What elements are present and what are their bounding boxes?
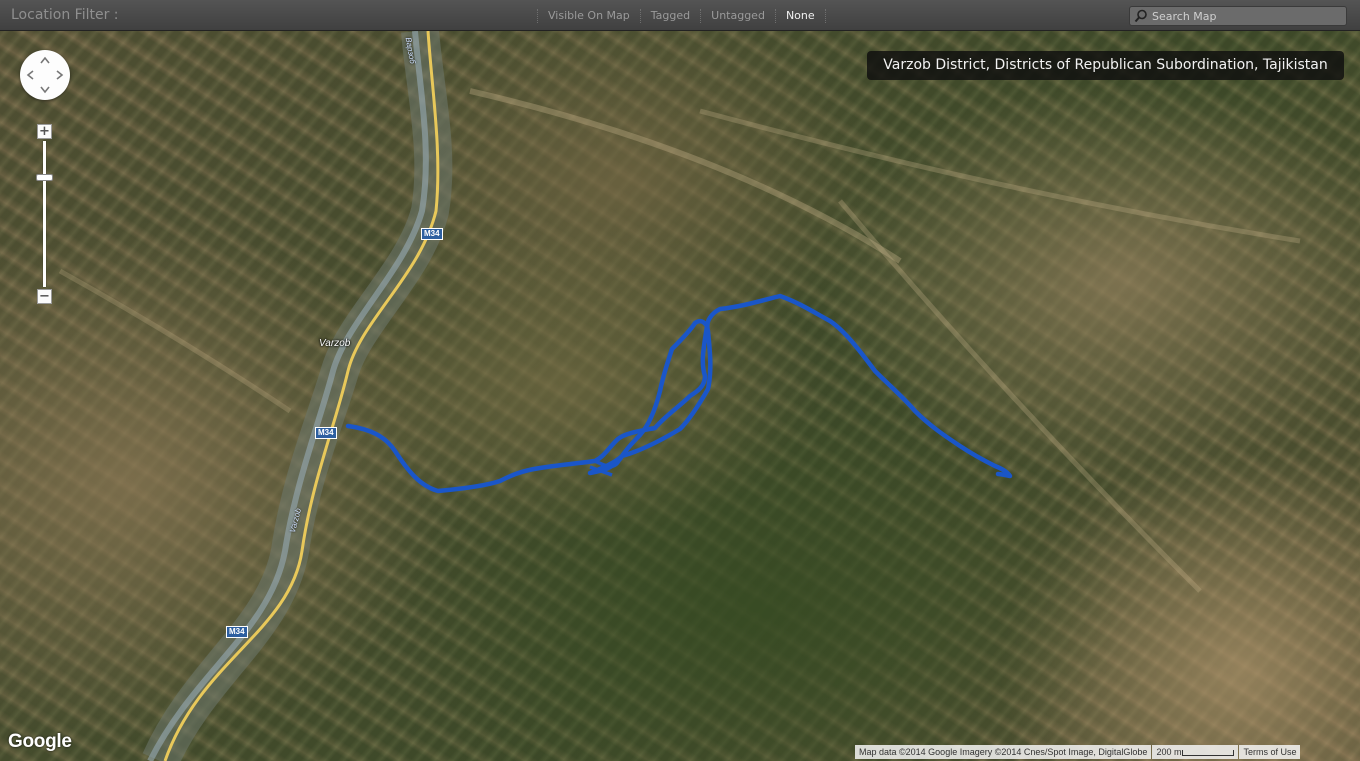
scale-indicator: 200 m: [1152, 745, 1239, 759]
arrow-right-icon[interactable]: [53, 69, 65, 81]
satellite-map[interactable]: M34 M34 M34 Varzob Варзоб Varzob Varzob …: [0, 31, 1360, 761]
river-valley: [142, 31, 453, 761]
map-attribution: Map data ©2014 Google Imagery ©2014 Cnes…: [854, 745, 1301, 759]
zoom-track[interactable]: [43, 141, 46, 287]
arrow-up-icon[interactable]: [39, 55, 51, 67]
filter-untagged[interactable]: Untagged: [700, 9, 775, 23]
zoom-slider[interactable]: + −: [35, 124, 55, 306]
arrow-left-icon[interactable]: [25, 69, 37, 81]
zoom-in-button[interactable]: +: [37, 124, 52, 139]
scale-label: 200 m: [1156, 747, 1182, 757]
filter-visible-on-map[interactable]: Visible On Map: [537, 9, 640, 23]
zoom-out-button[interactable]: −: [37, 289, 52, 304]
filter-label: Location Filter :: [11, 7, 119, 23]
pan-control[interactable]: [20, 50, 70, 100]
attribution-text: Map data ©2014 Google Imagery ©2014 Cnes…: [855, 745, 1152, 759]
filter-tagged[interactable]: Tagged: [639, 9, 700, 23]
location-filter-bar: Location Filter : Visible On Map Tagged …: [0, 0, 1360, 31]
filter-none[interactable]: None: [774, 9, 826, 23]
google-logo: Google: [8, 731, 72, 752]
terms-of-use-link[interactable]: Terms of Use: [1239, 745, 1301, 759]
location-banner: Varzob District, Districts of Republican…: [867, 51, 1344, 80]
gps-track: [345, 293, 1013, 494]
road-m34: [163, 31, 440, 761]
town-label-varzob: Varzob: [319, 338, 351, 349]
zoom-thumb[interactable]: [36, 174, 53, 181]
road-label-m34: M34: [315, 427, 337, 439]
scale-bar: [1182, 749, 1235, 756]
filter-options: Visible On Map Tagged Untagged None: [537, 9, 826, 23]
arrow-down-icon[interactable]: [39, 83, 51, 95]
search-map-input[interactable]: [1148, 9, 1342, 23]
map-overlay: [58, 31, 1301, 761]
river: [147, 31, 429, 761]
magnifier-icon: [1134, 9, 1148, 23]
road-label-m34: M34: [421, 228, 443, 240]
search-map-box[interactable]: [1129, 6, 1347, 26]
road-label-m34: M34: [226, 626, 248, 638]
